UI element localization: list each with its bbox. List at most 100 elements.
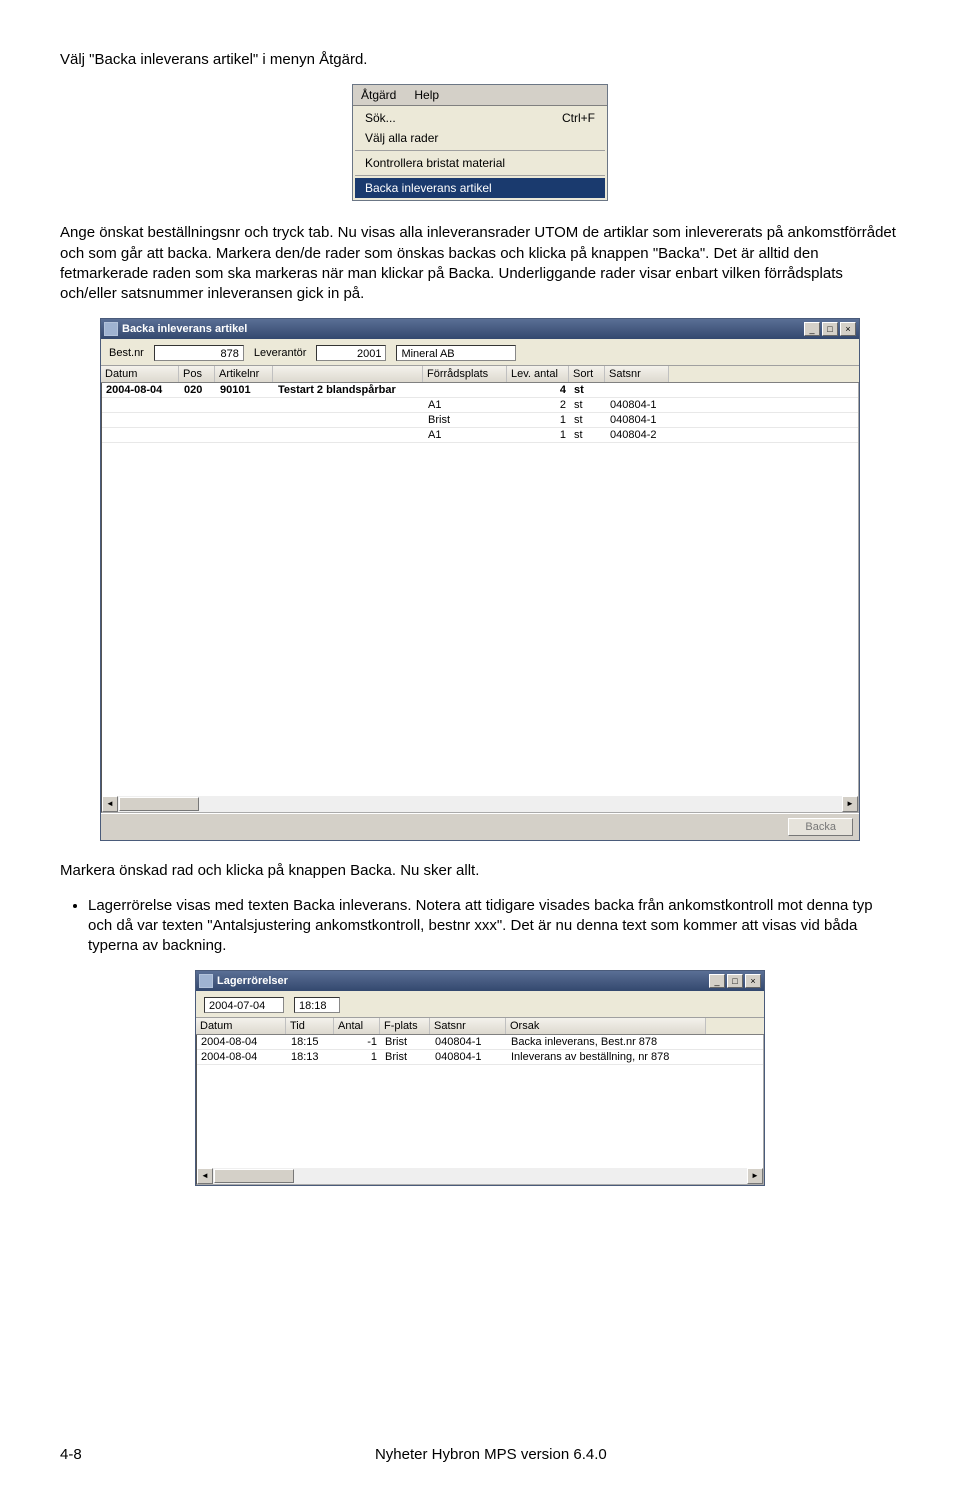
cell [216, 398, 274, 412]
window-title: Lagerrörelser [217, 975, 707, 987]
button-bar: Backa [101, 813, 859, 840]
table-row[interactable]: A11st040804-2 [102, 428, 858, 443]
cell: 2004-08-04 [102, 383, 180, 397]
menu-item-valj-alla[interactable]: Välj alla rader [355, 128, 605, 148]
footer-title: Nyheter Hybron MPS version 6.4.0 [375, 1446, 607, 1463]
col-tid[interactable]: Tid [286, 1018, 334, 1034]
menubar: Åtgärd Help [353, 85, 607, 106]
bullet-list: Lagerrörelse visas med texten Backa inle… [88, 896, 900, 957]
cell: 040804-1 [431, 1035, 507, 1049]
scroll-track[interactable] [213, 1168, 747, 1184]
cell [102, 398, 180, 412]
col-datum[interactable]: Datum [101, 366, 179, 382]
cell: 2 [508, 398, 570, 412]
cell: 1 [508, 413, 570, 427]
maximize-button[interactable]: □ [822, 322, 838, 336]
scroll-left-button[interactable]: ◄ [197, 1168, 213, 1184]
para-instructions: Ange önskat beställningsnr och tryck tab… [60, 223, 900, 304]
cell [274, 398, 424, 412]
table-row[interactable]: 2004-08-0402090101Testart 2 blandspårbar… [102, 383, 858, 398]
table-row[interactable]: 2004-08-0418:131Brist040804-1Inleverans … [197, 1050, 763, 1065]
col-fplats[interactable]: F-plats [380, 1018, 430, 1034]
window-lagerrorelser: Lagerrörelser _ □ × 2004-07-04 18:18 Dat… [195, 970, 765, 1186]
cell: Brist [381, 1035, 431, 1049]
col-forradsplats[interactable]: Förrådsplats [423, 366, 507, 382]
menu-dropdown: Åtgärd Help Sök... Ctrl+F Välj alla rade… [352, 84, 608, 201]
menu-separator [355, 175, 605, 176]
scrollbar-horizontal[interactable]: ◄ ► [102, 796, 858, 812]
scroll-right-button[interactable]: ► [842, 796, 858, 812]
menu-item-label: Backa inleverans artikel [365, 181, 492, 195]
close-button[interactable]: × [745, 974, 761, 988]
menu-separator [355, 150, 605, 151]
cell: -1 [335, 1035, 381, 1049]
time-input[interactable]: 18:18 [294, 997, 340, 1013]
col-artikelnr[interactable]: Artikelnr [215, 366, 273, 382]
col-satsnr[interactable]: Satsnr [430, 1018, 506, 1034]
table-header: Datum Tid Antal F-plats Satsnr Orsak [196, 1018, 764, 1035]
app-icon [199, 974, 213, 988]
menu-item-sok[interactable]: Sök... Ctrl+F [355, 108, 605, 128]
maximize-button[interactable]: □ [727, 974, 743, 988]
col-satsnr[interactable]: Satsnr [605, 366, 669, 382]
scroll-thumb[interactable] [119, 797, 199, 811]
cell: Brist [381, 1050, 431, 1064]
table-body: 2004-08-0418:15-1Brist040804-1Backa inle… [196, 1035, 764, 1185]
bestnr-label: Best.nr [109, 347, 144, 359]
cell: 2004-08-04 [197, 1035, 287, 1049]
menu-atgard[interactable]: Åtgärd [359, 87, 398, 103]
menu-item-shortcut: Ctrl+F [562, 111, 595, 125]
cell [424, 383, 508, 397]
titlebar: Backa inleverans artikel _ □ × [101, 319, 859, 339]
date-input[interactable]: 2004-07-04 [204, 997, 284, 1013]
scroll-thumb[interactable] [214, 1169, 294, 1183]
menu-help[interactable]: Help [412, 87, 441, 103]
col-antal[interactable]: Antal [334, 1018, 380, 1034]
table-body: 2004-08-0402090101Testart 2 blandspårbar… [101, 383, 859, 813]
scrollbar-horizontal[interactable]: ◄ ► [197, 1168, 763, 1184]
scroll-track[interactable] [118, 796, 842, 812]
scroll-right-button[interactable]: ► [747, 1168, 763, 1184]
menu-item-label: Kontrollera bristat material [365, 156, 505, 170]
minimize-button[interactable]: _ [804, 322, 820, 336]
table-row[interactable]: 2004-08-0418:15-1Brist040804-1Backa inle… [197, 1035, 763, 1050]
cell: 1 [508, 428, 570, 442]
cell: Testart 2 blandspårbar [274, 383, 424, 397]
cell: 18:13 [287, 1050, 335, 1064]
cell: 4 [508, 383, 570, 397]
minimize-button[interactable]: _ [709, 974, 725, 988]
table-row[interactable]: Brist1st040804-1 [102, 413, 858, 428]
menu-item-kontrollera[interactable]: Kontrollera bristat material [355, 153, 605, 173]
cell: st [570, 398, 606, 412]
cell: st [570, 428, 606, 442]
scroll-left-button[interactable]: ◄ [102, 796, 118, 812]
dropdown-panel: Sök... Ctrl+F Välj alla rader Kontroller… [353, 106, 607, 200]
filter-bar: Best.nr 878 Leverantör 2001 Mineral AB [101, 339, 859, 366]
cell: st [570, 413, 606, 427]
menu-item-backa-inleverans[interactable]: Backa inleverans artikel [355, 178, 605, 198]
cell: A1 [424, 428, 508, 442]
cell [274, 428, 424, 442]
col-datum[interactable]: Datum [196, 1018, 286, 1034]
col-levantal[interactable]: Lev. antal [507, 366, 569, 382]
cell [216, 428, 274, 442]
cell [102, 413, 180, 427]
leverantor-name-input[interactable]: Mineral AB [396, 345, 516, 361]
leverantor-label: Leverantör [254, 347, 307, 359]
col-pos[interactable]: Pos [179, 366, 215, 382]
cell: 020 [180, 383, 216, 397]
para-intro: Välj "Backa inleverans artikel" i menyn … [60, 50, 900, 70]
cell [180, 398, 216, 412]
menu-item-label: Sök... [365, 111, 396, 125]
cell [274, 413, 424, 427]
col-orsak[interactable]: Orsak [506, 1018, 706, 1034]
table-row[interactable]: A12st040804-1 [102, 398, 858, 413]
close-button[interactable]: × [840, 322, 856, 336]
bestnr-input[interactable]: 878 [154, 345, 244, 361]
col-sort[interactable]: Sort [569, 366, 605, 382]
cell: 18:15 [287, 1035, 335, 1049]
backa-button[interactable]: Backa [788, 818, 853, 836]
leverantor-code-input[interactable]: 2001 [316, 345, 386, 361]
cell [180, 413, 216, 427]
col-desc[interactable] [273, 366, 423, 382]
